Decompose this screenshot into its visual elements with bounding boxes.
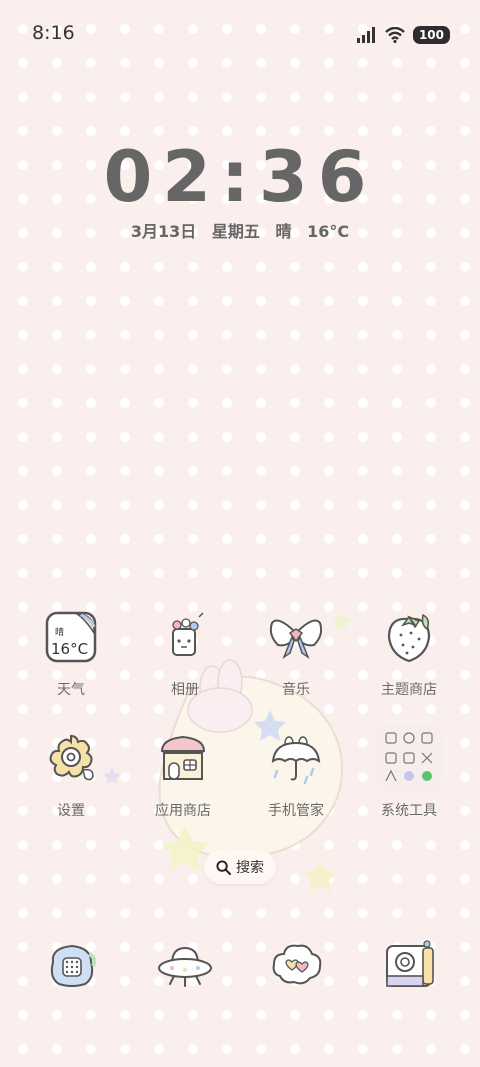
weather-icon-condition: 晴 xyxy=(55,626,64,638)
search-icon xyxy=(216,859,231,875)
weather-text: 晴 xyxy=(275,222,292,241)
app-label: 系统工具 xyxy=(381,803,437,819)
dock-browser[interactable] xyxy=(155,935,215,995)
app-label: 天气 xyxy=(57,682,85,698)
camera-icon xyxy=(386,940,434,987)
app-label: 设置 xyxy=(57,803,85,819)
weather-icon: 晴 16°C xyxy=(41,607,101,667)
weather-icon-temp: 16°C xyxy=(51,640,88,658)
dock-phone[interactable] xyxy=(42,935,102,995)
battery-indicator: 100 xyxy=(412,26,450,44)
app-system-tools-folder[interactable]: 系统工具 xyxy=(354,724,464,820)
app-app-store[interactable]: 应用商店 xyxy=(128,728,238,820)
app-settings[interactable]: 设置 xyxy=(16,728,126,820)
app-label: 应用商店 xyxy=(155,803,211,819)
date-weather-row[interactable]: 3月13日 星期五 晴 16°C xyxy=(0,218,480,242)
wifi-icon xyxy=(385,27,405,43)
dock-camera[interactable] xyxy=(380,935,440,995)
signal-icon xyxy=(356,27,375,43)
app-weather[interactable]: 晴 16°C 天气 xyxy=(16,607,126,699)
app-label: 主题商店 xyxy=(381,682,437,698)
gear-flower-icon xyxy=(41,728,101,788)
house-icon xyxy=(153,728,213,788)
star-decoration xyxy=(302,858,338,893)
gallery-icon xyxy=(155,607,215,667)
strawberry-icon xyxy=(379,607,439,667)
message-cloud-icon xyxy=(272,944,322,985)
app-music[interactable]: 音乐 xyxy=(241,607,351,699)
search-button[interactable]: 搜索 xyxy=(204,850,276,884)
app-label: 音乐 xyxy=(282,682,310,698)
folder-icon xyxy=(374,723,444,793)
search-label: 搜索 xyxy=(236,860,264,876)
date-text: 3月13日 xyxy=(130,222,197,241)
status-bar: 8:16 100 xyxy=(0,0,480,66)
app-theme-store[interactable]: 主题商店 xyxy=(354,607,464,699)
umbrella-icon xyxy=(266,728,326,788)
status-time: 8:16 xyxy=(32,22,75,44)
ufo-browser-icon xyxy=(158,946,212,987)
status-icons: 100 xyxy=(356,24,450,46)
phone-icon xyxy=(50,944,97,987)
app-label: 相册 xyxy=(171,682,199,698)
music-bow-icon xyxy=(266,607,326,667)
app-label: 手机管家 xyxy=(268,803,324,819)
dock-messages[interactable] xyxy=(267,935,327,995)
clock-widget[interactable]: 02:36 xyxy=(0,136,480,218)
weekday-text: 星期五 xyxy=(211,222,260,241)
app-phone-manager[interactable]: 手机管家 xyxy=(241,728,351,820)
temperature-text: 16°C xyxy=(307,222,350,241)
app-gallery[interactable]: 相册 xyxy=(130,607,240,699)
